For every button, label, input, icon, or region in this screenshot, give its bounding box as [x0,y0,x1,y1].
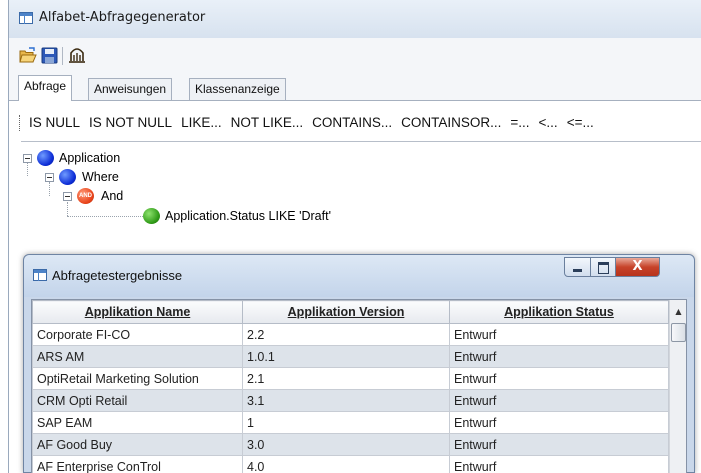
op-is-not-null[interactable]: IS NOT NULL [89,115,172,130]
results-grid: Applikation Name Applikation Version App… [31,299,687,473]
scroll-up-arrow-icon[interactable]: ▲ [670,300,686,323]
tree-connector [67,202,68,216]
scroll-thumb[interactable] [671,323,686,342]
op-is-null[interactable]: IS NULL [29,115,80,130]
operator-bar: IS NULL IS NOT NULL LIKE... NOT LIKE... CONT… [19,115,603,135]
node-label: Where [82,170,119,184]
op-less-than[interactable]: <... [539,115,558,130]
window-title: Alfabet-Abfragegenerator [39,10,206,25]
collapse-icon[interactable] [63,192,72,201]
cell-name: Corporate FI-CO [32,323,243,346]
results-title-bar[interactable]: Abfragetestergebnisse X [24,255,694,297]
minimize-button[interactable] [564,257,591,277]
query-icon[interactable] [68,47,86,64]
table-header-row: Applikation Name Applikation Version App… [32,300,669,324]
collapse-icon[interactable] [23,154,32,163]
cell-status: Entwurf [449,389,669,412]
table-row[interactable]: OptiRetail Marketing Solution 2.1 Entwur… [32,367,669,390]
open-folder-icon[interactable] [19,47,37,64]
node-label: And [101,189,124,203]
window-icon [33,269,47,281]
cell-status: Entwurf [449,411,669,434]
node-label: Application.Status LIKE 'Draft' [165,209,331,223]
table-row[interactable]: SAP EAM 1 Entwurf [32,411,669,434]
title-bar[interactable]: Alfabet-Abfragegenerator [9,0,701,38]
cell-status: Entwurf [449,367,669,390]
column-header-version[interactable]: Applikation Version [242,300,450,324]
op-contains[interactable]: CONTAINS... [312,115,392,130]
cell-version: 1 [242,411,450,434]
cell-status: Entwurf [449,323,669,346]
table-row[interactable]: AF Enterprise ConTrol 4.0 Entwurf [32,455,669,473]
tree-connector [27,162,28,176]
tree-connector [49,182,50,196]
results-table: Applikation Name Applikation Version App… [32,300,669,473]
tab-strip: Abfrage Anweisungen Klassenanzeige [9,74,701,101]
column-header-status[interactable]: Applikation Status [449,300,669,324]
column-header-name[interactable]: Applikation Name [32,300,243,324]
cell-version: 4.0 [242,455,450,473]
cell-status: Entwurf [449,345,669,368]
op-like[interactable]: LIKE... [181,115,222,130]
window-icon [19,12,33,24]
toolbar-separator [62,47,63,65]
entity-node-icon [37,150,54,166]
where-node-icon [59,169,76,185]
cell-name: SAP EAM [32,411,243,434]
cell-name: ARS AM [32,345,243,368]
save-icon[interactable] [41,47,59,64]
op-equals[interactable]: =... [510,115,529,130]
table-row[interactable]: Corporate FI-CO 2.2 Entwurf [32,323,669,346]
results-window: Abfragetestergebnisse X Applikation Name… [23,254,695,473]
cell-version: 3.0 [242,433,450,456]
cell-status: Entwurf [449,455,669,473]
table-row[interactable]: ARS AM 1.0.1 Entwurf [32,345,669,368]
cell-name: OptiRetail Marketing Solution [32,367,243,390]
tab-abfrage[interactable]: Abfrage [18,75,73,101]
tab-klassenanzeige[interactable]: Klassenanzeige [189,78,286,100]
cell-name: CRM Opti Retail [32,389,243,412]
op-not-like[interactable]: NOT LIKE... [231,115,304,130]
table-row[interactable]: CRM Opti Retail 3.1 Entwurf [32,389,669,412]
op-less-equal[interactable]: <=... [567,115,594,130]
toolbar [9,38,701,74]
op-containsor[interactable]: CONTAINSOR... [401,115,501,130]
close-button[interactable]: X [615,257,660,277]
tab-anweisungen[interactable]: Anweisungen [88,78,173,100]
cell-version: 2.2 [242,323,450,346]
cell-version: 1.0.1 [242,345,450,368]
cell-name: AF Good Buy [32,433,243,456]
results-title: Abfragetestergebnisse [52,268,183,283]
toolbar-grip[interactable] [19,115,21,132]
collapse-icon[interactable] [45,173,54,182]
cell-status: Entwurf [449,433,669,456]
maximize-button[interactable] [590,257,616,277]
and-operator-icon: AND [77,188,94,204]
cell-name: AF Enterprise ConTrol [32,455,243,473]
cell-version: 2.1 [242,367,450,390]
node-label: Application [59,151,121,165]
table-row[interactable]: AF Good Buy 3.0 Entwurf [32,433,669,456]
cell-version: 3.1 [242,389,450,412]
vertical-scrollbar[interactable]: ▲ [669,300,686,473]
condition-node-icon [143,208,160,224]
query-tree: Application Where AND And Application.St… [21,141,701,261]
tree-connector [67,216,143,217]
